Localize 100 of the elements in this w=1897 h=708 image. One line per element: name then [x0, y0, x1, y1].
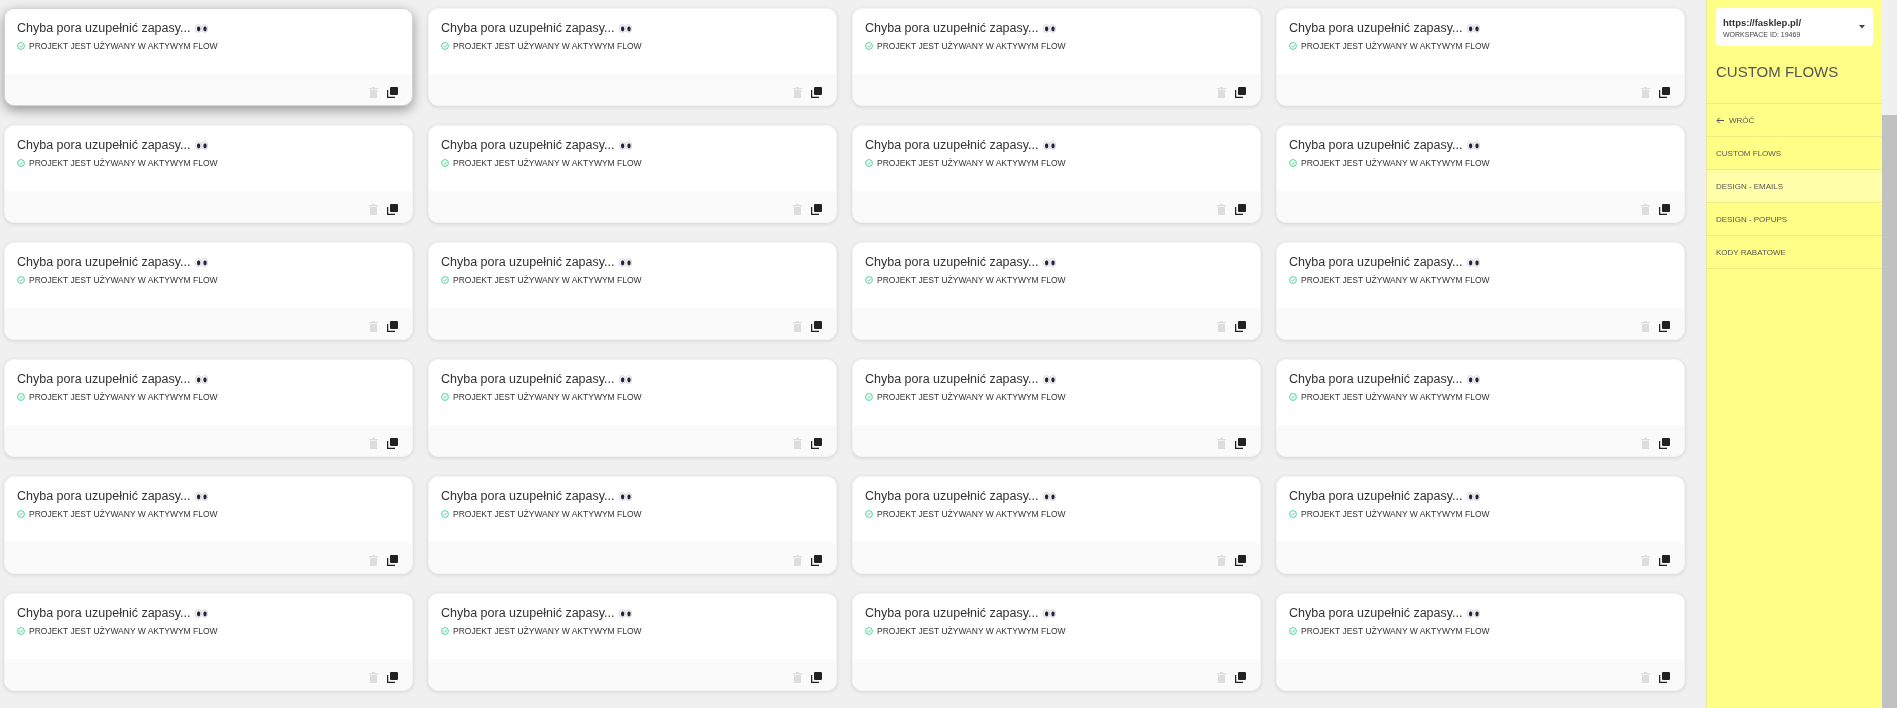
scrollbar-thumb[interactable] — [1882, 115, 1897, 708]
status-text: PROJEKT JEST UŻYWANY W AKTYWYM FLOW — [453, 392, 642, 402]
delete-button[interactable] — [369, 438, 378, 449]
sidebar-item[interactable]: DESIGN - EMAILS — [1707, 170, 1882, 203]
project-card[interactable]: Chyba pora uzupełnić zapasy... PROJEKT JEST UŻYWANY W AKTYWYM FLOW — [1276, 8, 1685, 106]
duplicate-button[interactable] — [811, 87, 822, 98]
project-card[interactable]: Chyba pora uzupełnić zapasy... PROJEKT JEST UŻYWANY W AKTYWYM FLOW — [4, 593, 413, 691]
delete-button[interactable] — [1641, 555, 1650, 566]
project-card[interactable]: Chyba pora uzupełnić zapasy... PROJEKT JEST UŻYWANY W AKTYWYM FLOW — [428, 125, 837, 223]
delete-button[interactable] — [369, 204, 378, 215]
project-card[interactable]: Chyba pora uzupełnić zapasy... PROJEKT JEST UŻYWANY W AKTYWYM FLOW — [852, 125, 1261, 223]
check-circle-icon — [17, 276, 25, 284]
delete-button[interactable] — [793, 204, 802, 215]
trash-icon — [1217, 321, 1226, 332]
check-circle-icon — [1289, 510, 1297, 518]
copy-icon — [387, 321, 398, 332]
eyes-icon — [1467, 608, 1481, 618]
project-card[interactable]: Chyba pora uzupełnić zapasy... PROJEKT JEST UŻYWANY W AKTYWYM FLOW — [4, 476, 413, 574]
card-title: Chyba pora uzupełnić zapasy... — [17, 255, 191, 269]
project-card[interactable]: Chyba pora uzupełnić zapasy... PROJEKT JEST UŻYWANY W AKTYWYM FLOW — [852, 8, 1261, 106]
delete-button[interactable] — [1641, 204, 1650, 215]
delete-button[interactable] — [1217, 438, 1226, 449]
delete-button[interactable] — [369, 321, 378, 332]
duplicate-button[interactable] — [1659, 555, 1670, 566]
card-title: Chyba pora uzupełnić zapasy... — [1289, 489, 1463, 503]
project-card[interactable]: Chyba pora uzupełnić zapasy... PROJEKT JEST UŻYWANY W AKTYWYM FLOW — [428, 593, 837, 691]
project-card[interactable]: Chyba pora uzupełnić zapasy... PROJEKT JEST UŻYWANY W AKTYWYM FLOW — [1276, 359, 1685, 457]
delete-button[interactable] — [1217, 555, 1226, 566]
duplicate-button[interactable] — [1659, 204, 1670, 215]
delete-button[interactable] — [369, 672, 378, 683]
delete-button[interactable] — [1217, 321, 1226, 332]
duplicate-button[interactable] — [1235, 672, 1246, 683]
duplicate-button[interactable] — [1659, 87, 1670, 98]
item-label: CUSTOM FLOWS — [1716, 148, 1782, 158]
project-card[interactable]: Chyba pora uzupełnić zapasy... PROJEKT JEST UŻYWANY W AKTYWYM FLOW — [4, 359, 413, 457]
card-title: Chyba pora uzupełnić zapasy... — [1289, 606, 1463, 620]
project-card[interactable]: Chyba pora uzupełnić zapasy... PROJEKT JEST UŻYWANY W AKTYWYM FLOW — [428, 359, 837, 457]
delete-button[interactable] — [1217, 672, 1226, 683]
trash-icon — [793, 672, 802, 683]
duplicate-button[interactable] — [1659, 438, 1670, 449]
item-label: WRÓĆ — [1729, 115, 1755, 125]
duplicate-button[interactable] — [811, 204, 822, 215]
project-card[interactable]: Chyba pora uzupełnić zapasy... PROJEKT JEST UŻYWANY W AKTYWYM FLOW — [4, 8, 413, 106]
card-title: Chyba pora uzupełnić zapasy... — [441, 138, 615, 152]
project-card[interactable]: Chyba pora uzupełnić zapasy... PROJEKT JEST UŻYWANY W AKTYWYM FLOW — [1276, 242, 1685, 340]
eyes-icon — [1467, 140, 1481, 150]
trash-icon — [369, 672, 378, 683]
project-card[interactable]: Chyba pora uzupełnić zapasy... PROJEKT JEST UŻYWANY W AKTYWYM FLOW — [1276, 125, 1685, 223]
copy-icon — [387, 204, 398, 215]
duplicate-button[interactable] — [387, 321, 398, 332]
duplicate-button[interactable] — [811, 438, 822, 449]
project-card[interactable]: Chyba pora uzupełnić zapasy... PROJEKT JEST UŻYWANY W AKTYWYM FLOW — [428, 8, 837, 106]
trash-icon — [1641, 87, 1650, 98]
project-card[interactable]: Chyba pora uzupełnić zapasy... PROJEKT JEST UŻYWANY W AKTYWYM FLOW — [4, 125, 413, 223]
status-text: PROJEKT JEST UŻYWANY W AKTYWYM FLOW — [1301, 158, 1490, 168]
duplicate-button[interactable] — [1235, 204, 1246, 215]
delete-button[interactable] — [1641, 438, 1650, 449]
duplicate-button[interactable] — [811, 672, 822, 683]
duplicate-button[interactable] — [1235, 555, 1246, 566]
duplicate-button[interactable] — [811, 321, 822, 332]
project-card[interactable]: Chyba pora uzupełnić zapasy... PROJEKT JEST UŻYWANY W AKTYWYM FLOW — [428, 242, 837, 340]
copy-icon — [811, 672, 822, 683]
duplicate-button[interactable] — [1235, 438, 1246, 449]
check-circle-icon — [865, 510, 873, 518]
delete-button[interactable] — [793, 672, 802, 683]
duplicate-button[interactable] — [1235, 321, 1246, 332]
eyes-icon — [195, 374, 209, 384]
item-label: KODY RABATOWE — [1716, 247, 1786, 257]
status-text: PROJEKT JEST UŻYWANY W AKTYWYM FLOW — [453, 275, 642, 285]
duplicate-button[interactable] — [387, 672, 398, 683]
trash-icon — [1641, 204, 1650, 215]
duplicate-button[interactable] — [387, 204, 398, 215]
delete-button[interactable] — [1641, 672, 1650, 683]
project-card[interactable]: Chyba pora uzupełnić zapasy... PROJEKT JEST UŻYWANY W AKTYWYM FLOW — [428, 476, 837, 574]
duplicate-button[interactable] — [387, 438, 398, 449]
delete-button[interactable] — [369, 555, 378, 566]
duplicate-button[interactable] — [811, 555, 822, 566]
project-card[interactable]: Chyba pora uzupełnić zapasy... PROJEKT JEST UŻYWANY W AKTYWYM FLOW — [1276, 593, 1685, 691]
project-card[interactable]: Chyba pora uzupełnić zapasy... PROJEKT JEST UŻYWANY W AKTYWYM FLOW — [852, 476, 1261, 574]
delete-button[interactable] — [793, 321, 802, 332]
delete-button[interactable] — [1217, 204, 1226, 215]
duplicate-button[interactable] — [387, 555, 398, 566]
duplicate-button[interactable] — [387, 87, 398, 98]
delete-button[interactable] — [793, 555, 802, 566]
delete-button[interactable] — [1217, 87, 1226, 98]
duplicate-button[interactable] — [1235, 87, 1246, 98]
delete-button[interactable] — [793, 87, 802, 98]
project-card[interactable]: Chyba pora uzupełnić zapasy... PROJEKT JEST UŻYWANY W AKTYWYM FLOW — [852, 242, 1261, 340]
delete-button[interactable] — [1641, 87, 1650, 98]
project-card[interactable]: Chyba pora uzupełnić zapasy... PROJEKT JEST UŻYWANY W AKTYWYM FLOW — [852, 593, 1261, 691]
delete-button[interactable] — [1641, 321, 1650, 332]
card-title: Chyba pora uzupełnić zapasy... — [865, 255, 1039, 269]
duplicate-button[interactable] — [1659, 321, 1670, 332]
check-circle-icon — [865, 627, 873, 635]
project-card[interactable]: Chyba pora uzupełnić zapasy... PROJEKT JEST UŻYWANY W AKTYWYM FLOW — [852, 359, 1261, 457]
duplicate-button[interactable] — [1659, 672, 1670, 683]
delete-button[interactable] — [793, 438, 802, 449]
project-card[interactable]: Chyba pora uzupełnić zapasy... PROJEKT JEST UŻYWANY W AKTYWYM FLOW — [1276, 476, 1685, 574]
project-card[interactable]: Chyba pora uzupełnić zapasy... PROJEKT JEST UŻYWANY W AKTYWYM FLOW — [4, 242, 413, 340]
delete-button[interactable] — [369, 87, 378, 98]
